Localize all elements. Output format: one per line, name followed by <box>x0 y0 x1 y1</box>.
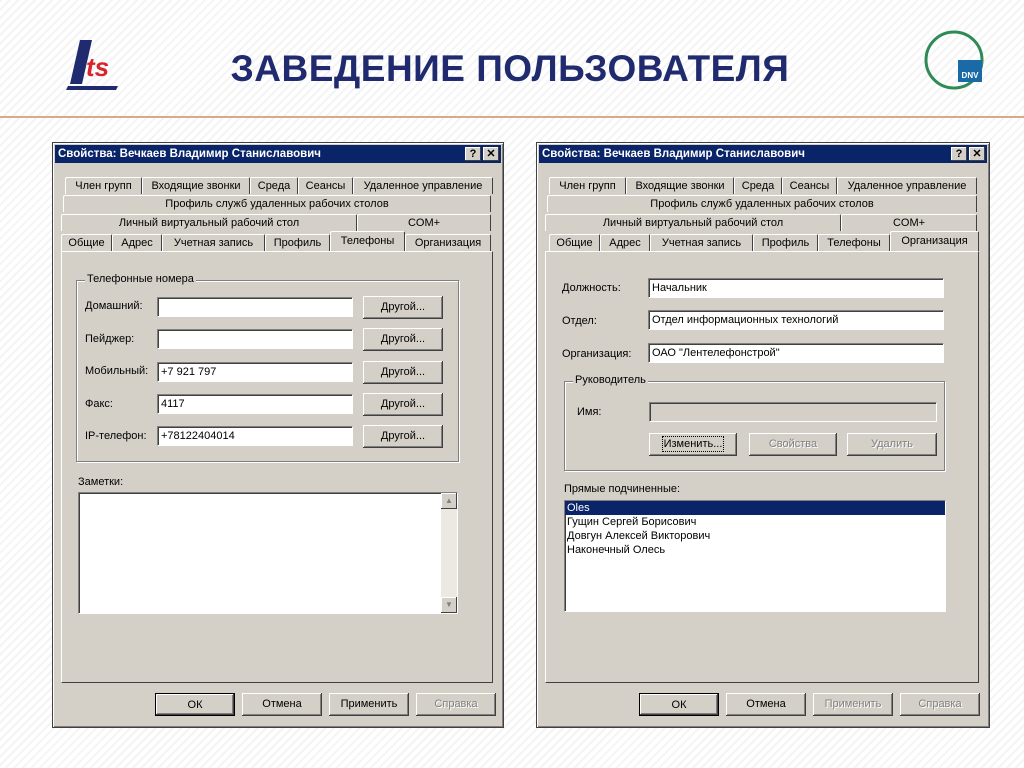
header-divider <box>0 116 1024 118</box>
notes-label: Заметки: <box>78 476 124 488</box>
close-icon[interactable]: ✕ <box>483 147 499 161</box>
apply-button[interactable]: Применить <box>329 693 409 716</box>
tab-sessions[interactable]: Сеансы <box>298 177 353 194</box>
ip-phone-label: IP-телефон: <box>85 430 147 442</box>
tab-address[interactable]: Адрес <box>112 234 162 251</box>
tab-general[interactable]: Общие <box>61 234 112 251</box>
help-icon[interactable]: ? <box>951 147 967 161</box>
tab-account[interactable]: Учетная запись <box>650 234 753 251</box>
home-phone-input[interactable] <box>157 297 353 317</box>
tab-page-organization: Должность: Начальник Отдел: Отдел информ… <box>545 251 979 683</box>
tab-personal-virtual-desktop[interactable]: Личный виртуальный рабочий стол <box>545 214 841 231</box>
dialog-titlebar: Свойства: Вечкаев Владимир Станиславович… <box>55 145 501 163</box>
department-input[interactable]: Отдел информационных технологий <box>648 310 944 330</box>
tab-rds-profile[interactable]: Профиль служб удаленных рабочих столов <box>63 195 491 212</box>
properties-dialog-organization: Свойства: Вечкаев Владимир Станиславович… <box>536 142 990 728</box>
manager-name-input[interactable] <box>649 402 937 422</box>
home-label: Домашний: <box>85 300 143 312</box>
position-label: Должность: <box>562 282 621 294</box>
tab-account[interactable]: Учетная запись <box>162 234 265 251</box>
tab-dial-in[interactable]: Входящие звонки <box>626 177 734 194</box>
ok-button[interactable]: ОК <box>639 693 719 716</box>
tab-environment[interactable]: Среда <box>734 177 782 194</box>
group-label: Телефонные номера <box>85 273 196 285</box>
notes-scrollbar[interactable]: ▲ ▼ <box>441 493 457 613</box>
pager-label: Пейджер: <box>85 333 135 345</box>
tab-com-plus[interactable]: COM+ <box>841 214 977 231</box>
tab-sessions[interactable]: Сеансы <box>782 177 837 194</box>
tab-remote-control[interactable]: Удаленное управление <box>353 177 493 194</box>
mobile-phone-input[interactable]: +7 921 797 <box>157 362 353 382</box>
ok-button[interactable]: ОК <box>155 693 235 716</box>
list-item[interactable]: Гущин Сергей Борисович <box>565 515 945 529</box>
company-input[interactable]: ОАО "Лентелефонстрой" <box>648 343 944 363</box>
home-other-button[interactable]: Другой... <box>363 296 443 319</box>
pager-input[interactable] <box>157 329 353 349</box>
tab-remote-control[interactable]: Удаленное управление <box>837 177 977 194</box>
tab-telephones[interactable]: Телефоны <box>330 231 405 251</box>
help-button[interactable]: Справка <box>416 693 496 716</box>
manager-properties-button[interactable]: Свойства <box>749 433 837 456</box>
tab-profile[interactable]: Профиль <box>753 234 818 251</box>
list-item[interactable]: Oles <box>565 501 945 515</box>
company-label: Организация: <box>562 348 632 360</box>
tab-com-plus[interactable]: COM+ <box>357 214 491 231</box>
dialog-title: Свойства: Вечкаев Владимир Станиславович <box>542 148 805 160</box>
company-logo: ts <box>66 36 126 92</box>
fax-input[interactable]: 4117 <box>157 394 353 414</box>
direct-reports-label: Прямые подчиненные: <box>564 483 681 495</box>
help-button[interactable]: Справка <box>900 693 980 716</box>
department-label: Отдел: <box>562 315 597 327</box>
certification-seal: DNV <box>918 28 990 92</box>
tab-address[interactable]: Адрес <box>600 234 650 251</box>
tab-organization[interactable]: Организация <box>405 234 491 251</box>
ip-phone-other-button[interactable]: Другой... <box>363 425 443 448</box>
cancel-button[interactable]: Отмена <box>726 693 806 716</box>
change-manager-button[interactable]: Изменить... <box>649 433 737 456</box>
tab-rds-profile[interactable]: Профиль служб удаленных рабочих столов <box>547 195 977 212</box>
direct-reports-list[interactable]: Oles Гущин Сергей Борисович Довгун Алекс… <box>564 500 946 612</box>
mobile-other-button[interactable]: Другой... <box>363 361 443 384</box>
slide-title: ЗАВЕДЕНИЕ ПОЛЬЗОВАТЕЛЯ <box>230 48 790 89</box>
tab-dial-in[interactable]: Входящие звонки <box>142 177 250 194</box>
tab-profile[interactable]: Профиль <box>265 234 330 251</box>
position-input[interactable]: Начальник <box>648 278 944 298</box>
scroll-up-icon[interactable]: ▲ <box>441 493 457 509</box>
fax-label: Факс: <box>85 398 113 410</box>
notes-textarea[interactable]: ▲ ▼ <box>78 492 458 614</box>
tab-member-of[interactable]: Член групп <box>549 177 626 194</box>
apply-button[interactable]: Применить <box>813 693 893 716</box>
manager-group: Руководитель Имя: Изменить... Свойства У… <box>564 374 945 471</box>
pager-other-button[interactable]: Другой... <box>363 328 443 351</box>
tab-member-of[interactable]: Член групп <box>65 177 142 194</box>
tab-page-telephones: Телефонные номера Домашний: Другой... Пе… <box>61 251 493 683</box>
manager-name-label: Имя: <box>577 406 602 418</box>
delete-manager-button[interactable]: Удалить <box>847 433 937 456</box>
tab-telephones[interactable]: Телефоны <box>818 234 890 251</box>
tab-personal-virtual-desktop[interactable]: Личный виртуальный рабочий стол <box>61 214 357 231</box>
cancel-button[interactable]: Отмена <box>242 693 322 716</box>
dialog-title: Свойства: Вечкаев Владимир Станиславович <box>58 148 321 160</box>
group-label: Руководитель <box>573 374 648 386</box>
properties-dialog-phones: Свойства: Вечкаев Владимир Станиславович… <box>52 142 504 728</box>
svg-text:ts: ts <box>86 52 109 82</box>
mobile-label: Мобильный: <box>85 365 149 377</box>
phone-numbers-group: Телефонные номера Домашний: Другой... Пе… <box>76 273 459 462</box>
scroll-down-icon[interactable]: ▼ <box>441 597 457 613</box>
tab-general[interactable]: Общие <box>549 234 600 251</box>
fax-other-button[interactable]: Другой... <box>363 393 443 416</box>
ip-phone-input[interactable]: +78122404014 <box>157 426 353 446</box>
tab-environment[interactable]: Среда <box>250 177 298 194</box>
close-icon[interactable]: ✕ <box>969 147 985 161</box>
tab-organization[interactable]: Организация <box>890 231 979 251</box>
dialog-titlebar: Свойства: Вечкаев Владимир Станиславович… <box>539 145 987 163</box>
list-item[interactable]: Наконечный Олесь <box>565 543 945 557</box>
list-item[interactable]: Довгун Алексей Викторович <box>565 529 945 543</box>
help-icon[interactable]: ? <box>465 147 481 161</box>
svg-text:DNV: DNV <box>962 71 980 80</box>
